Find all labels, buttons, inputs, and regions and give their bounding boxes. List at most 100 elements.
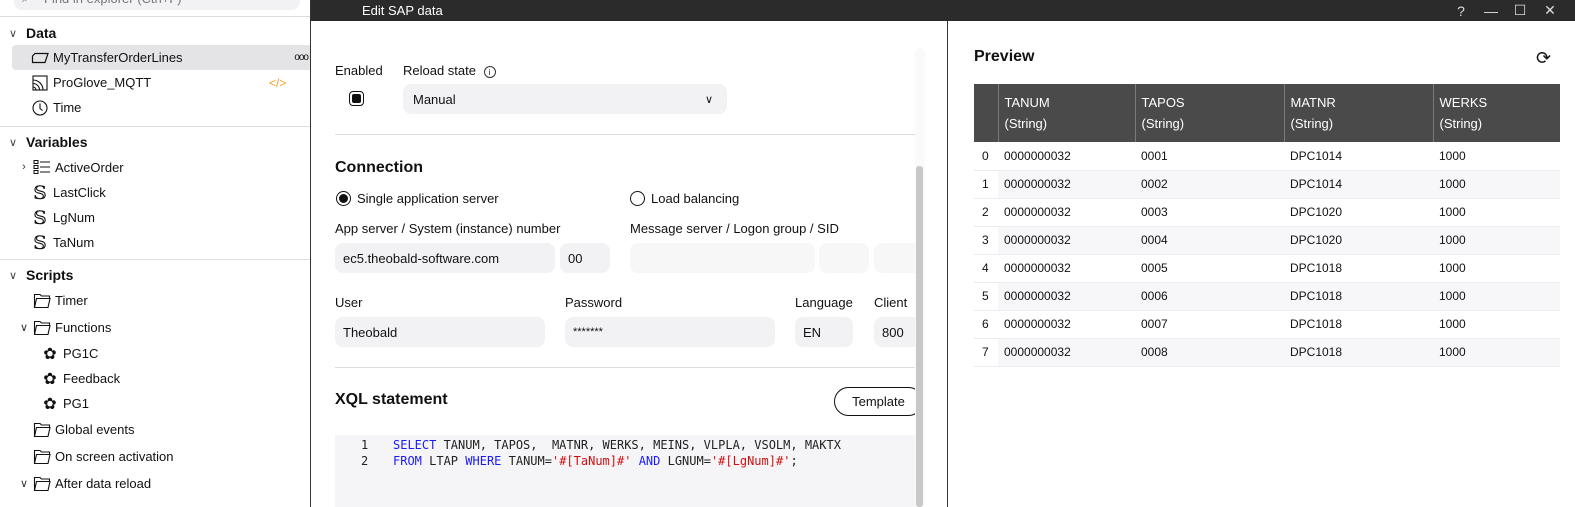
maximize-button[interactable]: ☐ (1505, 0, 1535, 21)
table-row[interactable]: 2 0000000032 0003 DPC1020 1000 (974, 198, 1560, 227)
search-icon: ⌕ (22, 0, 36, 6)
table-cell: 0000000032 (998, 226, 1135, 255)
help-icon[interactable]: ? (1446, 0, 1476, 21)
app-server-input[interactable]: ec5.theobald-software.com (335, 243, 555, 273)
string-icon: 𝕊 (33, 206, 47, 229)
table-row[interactable]: 3 0000000032 0004 DPC1020 1000 (974, 226, 1560, 255)
item-label: Time (53, 100, 82, 115)
tree-item-functions[interactable]: ∨ Functions (0, 314, 310, 341)
table-cell: 1000 (1433, 198, 1560, 227)
line-number: 2 (361, 454, 369, 468)
refresh-icon[interactable]: ⟳ (1536, 48, 1551, 69)
table-cell: 1000 (1433, 170, 1560, 199)
radio-load-balancing[interactable]: Load balancing (630, 191, 739, 206)
explorer-search-input[interactable]: ⌕ Find in explorer (Ctrl+F) (14, 0, 300, 10)
tree-item-pg1c[interactable]: ✿ PG1C (0, 341, 310, 366)
enabled-checkbox[interactable] (349, 91, 364, 106)
edit-sap-data-dialog: Edit SAP data ? — ☐ ✕ Enabled Reload sta… (310, 0, 1575, 507)
user-input[interactable]: Theobald (335, 317, 545, 347)
code-token: TANUM, TAPOS, MATNR, WERKS, MEINS, VLPLA… (436, 438, 841, 452)
table-row[interactable]: 6 0000000032 0007 DPC1018 1000 (974, 310, 1560, 339)
template-button[interactable]: Template (834, 387, 923, 416)
column-header-matnr[interactable]: MATNR (String) (1283, 84, 1433, 142)
password-label: Password (565, 295, 623, 310)
app-server-label: App server / System (instance) number (335, 221, 561, 236)
connection-heading: Connection (335, 159, 423, 176)
table-cell: 0006 (1135, 282, 1284, 311)
tree-item-after-data-reload[interactable]: ∨ After data reload (0, 470, 310, 497)
tree-item-tanum[interactable]: 𝕊 TaNum (0, 230, 310, 255)
mqtt-feed-icon (30, 74, 50, 92)
tree-item-time[interactable]: Time (0, 95, 310, 120)
item-label: Feedback (63, 371, 121, 386)
search-placeholder: Find in explorer (Ctrl+F) (44, 0, 182, 6)
system-number-input[interactable]: 00 (560, 243, 610, 273)
xql-code-editor[interactable]: 1 SELECT TANUM, TAPOS, MATNR, WERKS, MEI… (335, 435, 917, 507)
preview-heading: Preview (974, 48, 1035, 65)
message-server-input[interactable] (630, 243, 815, 273)
folder-icon (32, 475, 52, 493)
tree-item-activeorder[interactable]: › ActiveOrder (0, 154, 310, 180)
more-options-icon[interactable]: ooo (294, 52, 309, 63)
chevron-down-icon[interactable]: ∨ (18, 321, 30, 334)
reload-state-label: Reload state i (403, 63, 496, 78)
section-label: Variables (26, 134, 88, 150)
scrollbar-thumb[interactable] (916, 166, 923, 507)
section-header-scripts[interactable]: ∨ Scripts (0, 263, 310, 287)
radio-unselected-icon (630, 191, 645, 206)
tree-item-pg1[interactable]: ✿ PG1 (0, 391, 310, 416)
section-header-data[interactable]: ∨ Data (0, 21, 310, 45)
tree-item-lastclick[interactable]: 𝕊 LastClick (0, 180, 310, 205)
info-icon[interactable]: i (483, 66, 496, 78)
column-header-tapos[interactable]: TAPOS (String) (1134, 84, 1284, 142)
table-row[interactable]: 7 0000000032 0008 DPC1018 1000 (974, 338, 1560, 367)
language-label: Language (795, 295, 853, 310)
folder-icon (32, 421, 52, 439)
tree-item-feedback[interactable]: ✿ Feedback (0, 366, 310, 391)
item-label: After data reload (55, 476, 152, 491)
tree-item-timer[interactable]: Timer (0, 287, 310, 314)
table-cell: 0000000032 (998, 254, 1135, 283)
language-input[interactable]: EN (795, 317, 853, 347)
string-icon: 𝕊 (33, 181, 47, 204)
tree-item-global-events[interactable]: Global events (0, 416, 310, 443)
column-type: (String) (1439, 116, 1483, 131)
code-token: FROM (393, 454, 422, 468)
table-row[interactable]: 5 0000000032 0006 DPC1018 1000 (974, 282, 1560, 311)
code-token: AND (638, 454, 661, 468)
table-cell: 0004 (1135, 226, 1284, 255)
table-cell: DPC1018 (1284, 254, 1433, 283)
table-row[interactable]: 0 0000000032 0001 DPC1014 1000 (974, 142, 1560, 171)
column-header-werks[interactable]: WERKS (String) (1432, 84, 1560, 142)
logon-group-input[interactable] (819, 243, 869, 273)
minimize-button[interactable]: — (1476, 0, 1506, 21)
chevron-right-icon[interactable]: › (18, 161, 30, 173)
code-line: SELECT TANUM, TAPOS, MATNR, WERKS, MEINS… (393, 438, 841, 452)
reload-state-select[interactable]: Manual ∨ (403, 84, 727, 114)
column-header-tanum[interactable]: TANUM (String) (997, 84, 1135, 142)
item-label: LastClick (53, 185, 106, 200)
radio-selected-icon (336, 191, 351, 206)
language-value: EN (803, 324, 822, 340)
table-row[interactable]: 4 0000000032 0005 DPC1018 1000 (974, 254, 1560, 283)
close-button[interactable]: ✕ (1535, 0, 1565, 21)
tree-item-proglove-mqtt[interactable]: ProGlove_MQTT </> (0, 70, 310, 95)
xql-heading: XQL statement (335, 391, 448, 408)
table-cell: 0003 (1135, 198, 1284, 227)
tree-item-lgnum[interactable]: 𝕊 LgNum (0, 205, 310, 230)
table-cell: 1000 (1433, 310, 1560, 339)
password-input[interactable]: ******* (565, 317, 775, 347)
table-cell: 0000000032 (998, 198, 1135, 227)
table-cell: DPC1018 (1284, 338, 1433, 367)
user-label: User (335, 295, 363, 310)
table-cell: 0008 (1135, 338, 1284, 367)
tree-item-mytransferorderlines[interactable]: MyTransferOrderLines ooo (12, 45, 310, 70)
table-row[interactable]: 1 0000000032 0002 DPC1014 1000 (974, 170, 1560, 199)
tree-item-on-screen-activation[interactable]: On screen activation (0, 443, 310, 470)
clock-icon (30, 99, 50, 117)
radio-single-application-server[interactable]: Single application server (336, 191, 499, 206)
code-badge-icon[interactable]: </> (269, 76, 286, 90)
section-header-variables[interactable]: ∨ Variables (0, 130, 310, 154)
chevron-down-icon[interactable]: ∨ (18, 477, 30, 490)
